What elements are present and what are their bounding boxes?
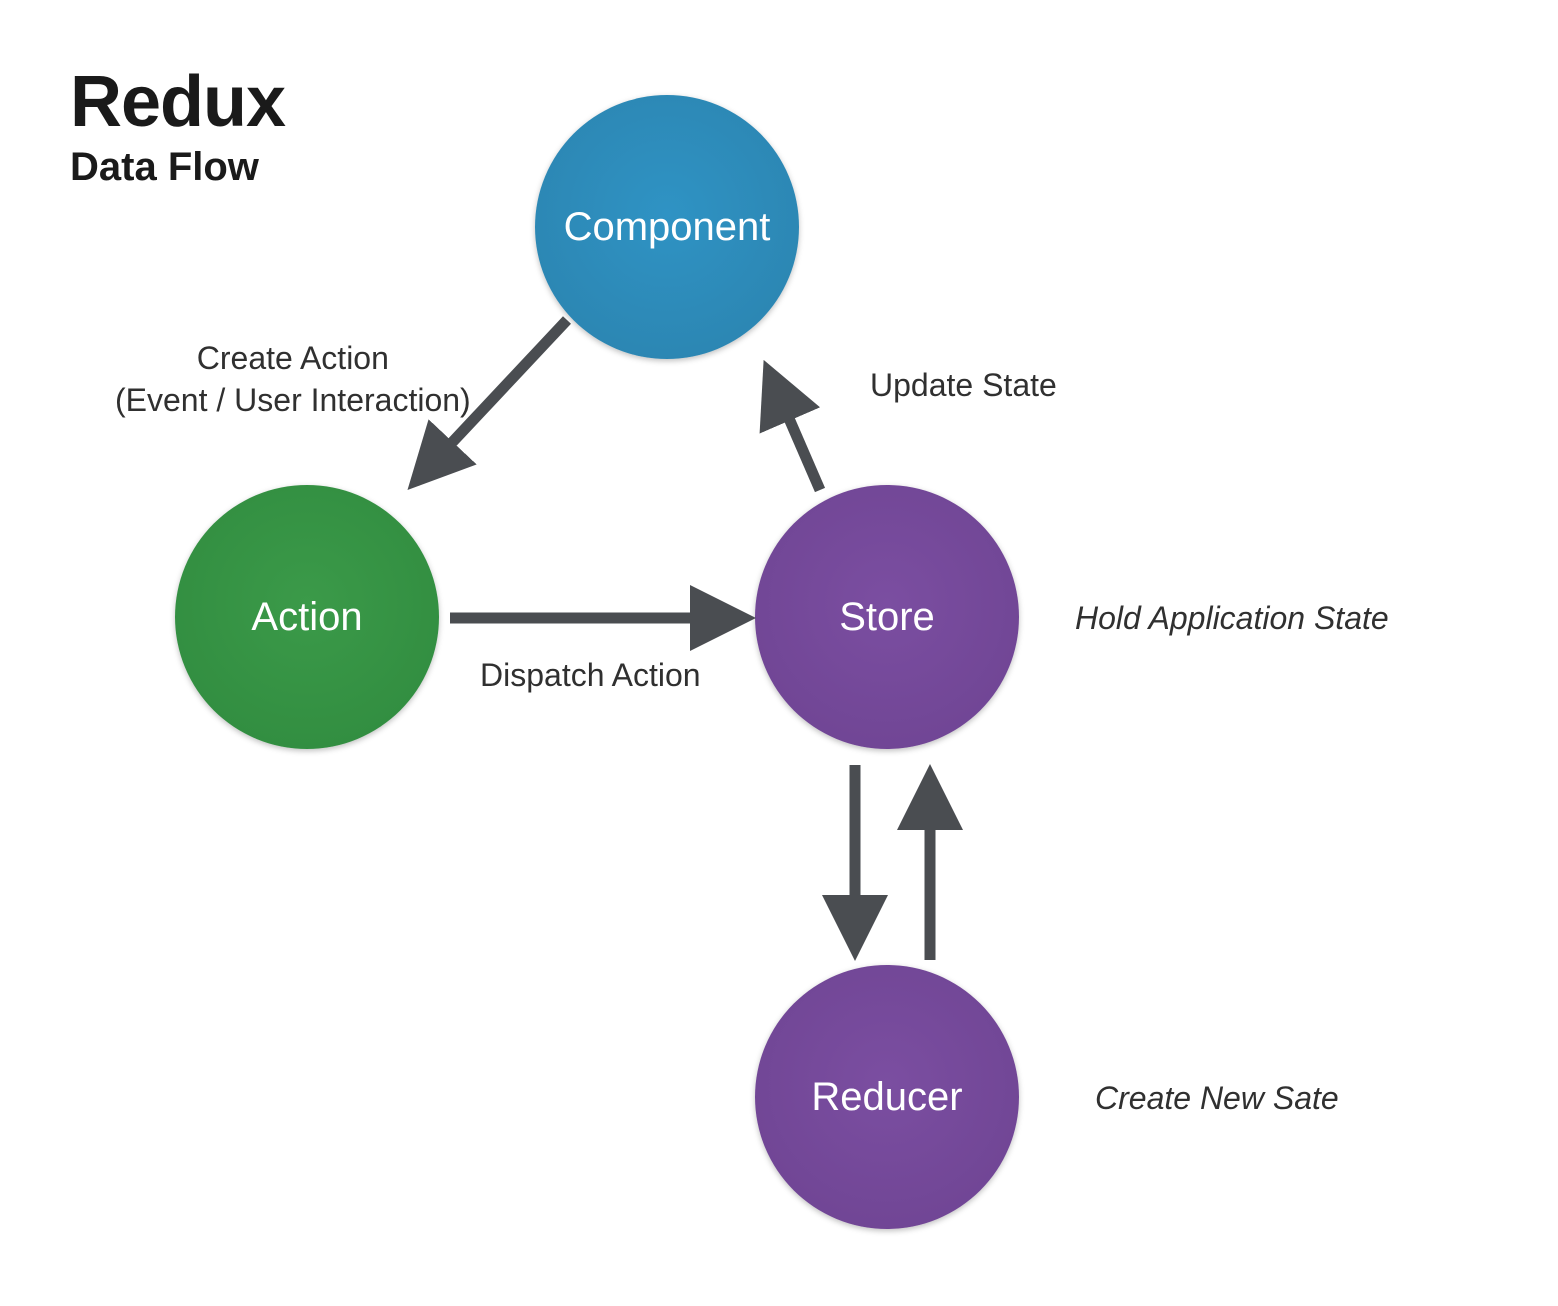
node-component: Component: [535, 95, 799, 359]
title-block: Redux Data Flow: [70, 65, 285, 190]
node-store-label: Store: [839, 595, 935, 640]
label-create-action-line2: (Event / User Interaction): [115, 380, 471, 422]
node-store: Store: [755, 485, 1019, 749]
label-update-state: Update State: [870, 365, 1057, 407]
node-action: Action: [175, 485, 439, 749]
annotation-store: Hold Application State: [1075, 600, 1389, 637]
label-dispatch-action: Dispatch Action: [480, 655, 701, 697]
node-action-label: Action: [251, 595, 362, 640]
label-create-action-line1: Create Action: [115, 338, 471, 380]
page-title: Redux: [70, 65, 285, 141]
node-reducer-label: Reducer: [811, 1075, 962, 1120]
label-create-action: Create Action (Event / User Interaction): [115, 338, 471, 421]
annotation-reducer: Create New Sate: [1095, 1080, 1339, 1117]
node-component-label: Component: [564, 205, 771, 250]
page-subtitle: Data Flow: [70, 145, 285, 190]
node-reducer: Reducer: [755, 965, 1019, 1229]
arrow-store-to-component: [768, 370, 820, 490]
